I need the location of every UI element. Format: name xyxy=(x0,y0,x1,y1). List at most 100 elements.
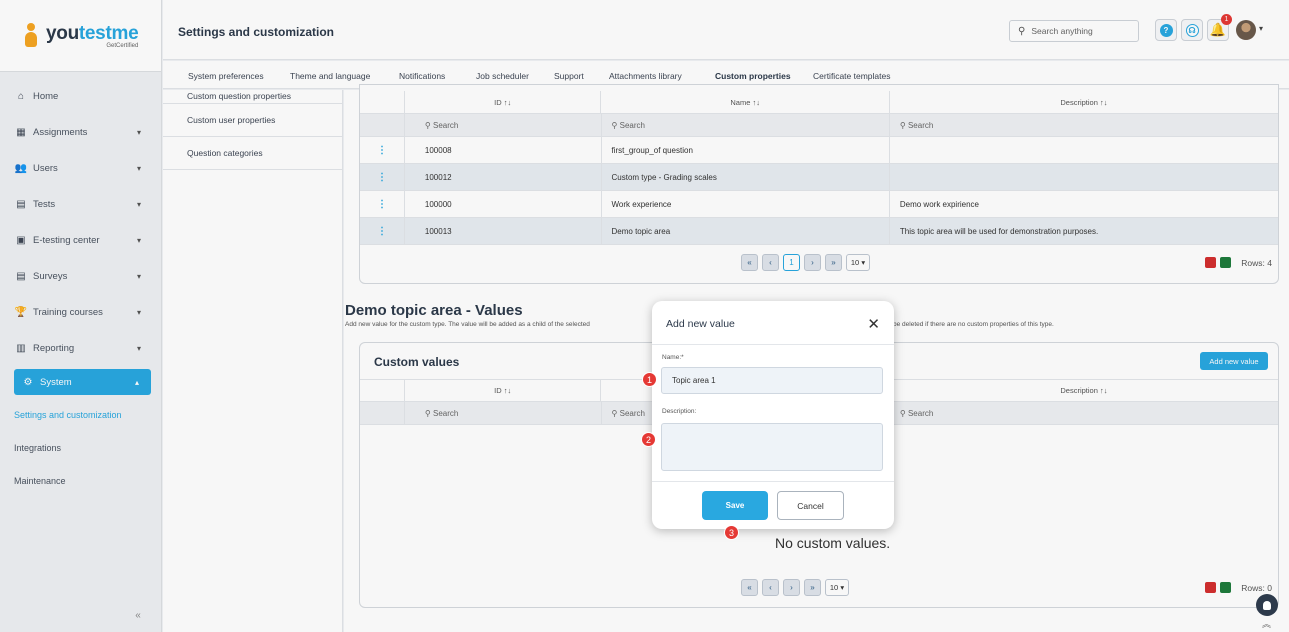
collapse-sidebar-icon[interactable]: « xyxy=(131,610,145,624)
sidebar-item-reporting[interactable]: ▥ Reporting ▾ xyxy=(0,330,161,366)
add-new-value-dialog: Add new value ✕ Name:* Topic area 1 Desc… xyxy=(652,301,894,529)
search-icon: ⚲ xyxy=(424,408,434,418)
search-icon: ⚲ xyxy=(899,120,908,130)
description-field-label: Description: xyxy=(662,408,697,415)
help-assistant-button[interactable] xyxy=(1256,594,1278,616)
sidebar-item-label: Tests xyxy=(33,198,56,210)
name-search-input[interactable]: ⚲ Search xyxy=(602,114,890,136)
add-new-value-button[interactable]: Add new value xyxy=(1200,352,1268,370)
chevron-down-icon: ▾ xyxy=(136,127,141,137)
id-search-input[interactable]: ⚲ Search xyxy=(405,402,602,424)
help-button[interactable]: ? xyxy=(1155,19,1177,41)
divider xyxy=(652,344,894,345)
tab-support[interactable]: Support xyxy=(554,71,584,81)
custom-properties-menu: Custom question properties Custom user p… xyxy=(163,90,343,632)
last-page-button[interactable]: » xyxy=(804,579,821,596)
description-search-input[interactable]: ⚲ Search xyxy=(890,114,1278,136)
types-pagination: « ‹ 1 › » 10 ▾ xyxy=(741,254,870,271)
tab-job-scheduler[interactable]: Job scheduler xyxy=(476,71,529,81)
name-field[interactable]: Topic area 1 xyxy=(661,367,883,394)
excel-export-icon[interactable] xyxy=(1220,257,1232,268)
table-row[interactable]: ⋮ 100008 first_group_of question xyxy=(360,137,1278,164)
sidebar-item-assignments[interactable]: ▦ Assignments ▾ xyxy=(0,114,161,150)
column-header-name[interactable]: Name ↑↓ xyxy=(601,91,890,113)
menu-item-question-categories[interactable]: Question categories xyxy=(163,137,342,170)
description-field[interactable] xyxy=(661,423,883,471)
tab-certificate-templates[interactable]: Certificate templates xyxy=(813,71,890,81)
prev-page-button[interactable]: ‹ xyxy=(762,579,779,596)
chevron-down-icon[interactable]: ▾ xyxy=(1259,24,1263,33)
sidebar-item-home[interactable]: ⌂ Home xyxy=(0,78,161,114)
row-menu-icon[interactable]: ⋮ xyxy=(360,137,405,163)
column-header-description[interactable]: Description ↑↓ xyxy=(890,91,1278,113)
sidebar-subitem-maintenance[interactable]: Maintenance xyxy=(0,464,161,497)
page-title: Settings and customization xyxy=(178,25,335,39)
chevron-down-icon: ▾ xyxy=(136,199,141,209)
column-header-id[interactable]: ID ↑↓ xyxy=(405,380,602,401)
home-icon: ⌂ xyxy=(17,90,25,102)
table-row[interactable]: ⋮ 100012 Custom type - Grading scales xyxy=(360,164,1278,191)
next-page-button[interactable]: › xyxy=(804,254,821,271)
table-header-row: ID ↑↓ Name ↑↓ Description ↑↓ xyxy=(360,91,1278,114)
first-page-button[interactable]: « xyxy=(741,579,758,596)
rows-count: Rows: 4 xyxy=(1241,257,1272,268)
sidebar-item-users[interactable]: 👥 Users ▾ xyxy=(0,150,161,186)
prev-page-button[interactable]: ‹ xyxy=(762,254,779,271)
column-header-description[interactable]: Description ↑↓ xyxy=(890,380,1278,401)
cancel-button[interactable]: Cancel xyxy=(777,491,844,520)
values-section-title: Demo topic area - Values xyxy=(345,302,523,319)
global-search-input[interactable]: ⚲ Search anything xyxy=(1009,20,1139,42)
row-menu-icon[interactable]: ⋮ xyxy=(360,218,405,244)
rows-count: Rows: 0 xyxy=(1241,582,1272,593)
sidebar-subitem-integrations[interactable]: Integrations xyxy=(0,431,161,464)
page-1-button[interactable]: 1 xyxy=(783,254,800,271)
sidebar-item-e-testing-center[interactable]: ▣ E-testing center ▾ xyxy=(0,222,161,258)
pdf-export-icon[interactable] xyxy=(1205,257,1217,268)
search-placeholder: Search anything xyxy=(1031,26,1093,36)
excel-export-icon[interactable] xyxy=(1220,582,1232,593)
sidebar-item-surveys[interactable]: ▤ Surveys ▾ xyxy=(0,258,161,294)
page-size-select[interactable]: 10 ▾ xyxy=(846,254,870,271)
sidebar-item-training-courses[interactable]: 🏆 Training courses ▾ xyxy=(0,294,161,330)
tab-attachments-library[interactable]: Attachments library xyxy=(609,71,682,81)
empty-state-text: No custom values. xyxy=(775,535,891,551)
save-button[interactable]: Save xyxy=(702,491,768,520)
column-header-id[interactable]: ID ↑↓ xyxy=(405,91,602,113)
tab-theme-and-language[interactable]: Theme and language xyxy=(290,71,370,81)
sidebar-subitem-settings[interactable]: Settings and customization xyxy=(0,398,161,431)
tab-system-preferences[interactable]: System preferences xyxy=(188,71,264,81)
custom-types-table: ID ↑↓ Name ↑↓ Description ↑↓ ⚲ Search ⚲ … xyxy=(359,84,1279,284)
table-row[interactable]: ⋮ 100013 Demo topic area This topic area… xyxy=(360,218,1278,245)
lightbulb-icon xyxy=(1263,600,1271,610)
sidebar-item-label: Reporting xyxy=(33,342,75,354)
scroll-top-icon[interactable]: ︽ xyxy=(1262,617,1271,630)
next-page-button[interactable]: › xyxy=(783,579,800,596)
id-search-input[interactable]: ⚲ Search xyxy=(405,114,602,136)
main-nav: ⌂ Home ▦ Assignments ▾ 👥 Users ▾ ▤ Tests… xyxy=(0,72,161,497)
notification-count-badge: 1 xyxy=(1221,14,1232,25)
support-button[interactable]: ☊ xyxy=(1181,19,1203,41)
menu-item-custom-question-properties[interactable]: Custom question properties xyxy=(163,90,342,104)
sidebar-item-tests[interactable]: ▤ Tests ▾ xyxy=(0,186,161,222)
support-icon: ☊ xyxy=(1185,23,1199,37)
description-search-input[interactable]: ⚲ Search xyxy=(890,402,1278,424)
export-tools: Rows: 0 xyxy=(1205,582,1272,593)
chevron-down-icon: ▾ xyxy=(136,235,141,245)
last-page-button[interactable]: » xyxy=(825,254,842,271)
pdf-export-icon[interactable] xyxy=(1205,582,1217,593)
row-menu-icon[interactable]: ⋮ xyxy=(360,164,405,190)
row-menu-icon[interactable]: ⋮ xyxy=(360,191,405,217)
close-icon[interactable]: ✕ xyxy=(867,315,880,333)
page-size-select[interactable]: 10 ▾ xyxy=(825,579,849,596)
table-row[interactable]: ⋮ 100000 Work experience Demo work expir… xyxy=(360,191,1278,218)
brand-logo[interactable]: youtestme GetCertified xyxy=(0,0,161,72)
avatar[interactable] xyxy=(1236,20,1256,40)
users-icon: 👥 xyxy=(14,162,28,174)
sidebar-item-label: E-testing center xyxy=(33,234,100,246)
notifications-button[interactable]: 🔔 1 xyxy=(1207,14,1232,41)
sidebar-item-system[interactable]: ⚙ System ▴ xyxy=(14,369,151,395)
tab-custom-properties[interactable]: Custom properties xyxy=(715,71,791,81)
first-page-button[interactable]: « xyxy=(741,254,758,271)
menu-item-custom-user-properties[interactable]: Custom user properties xyxy=(163,104,342,137)
tab-notifications[interactable]: Notifications xyxy=(399,71,445,81)
